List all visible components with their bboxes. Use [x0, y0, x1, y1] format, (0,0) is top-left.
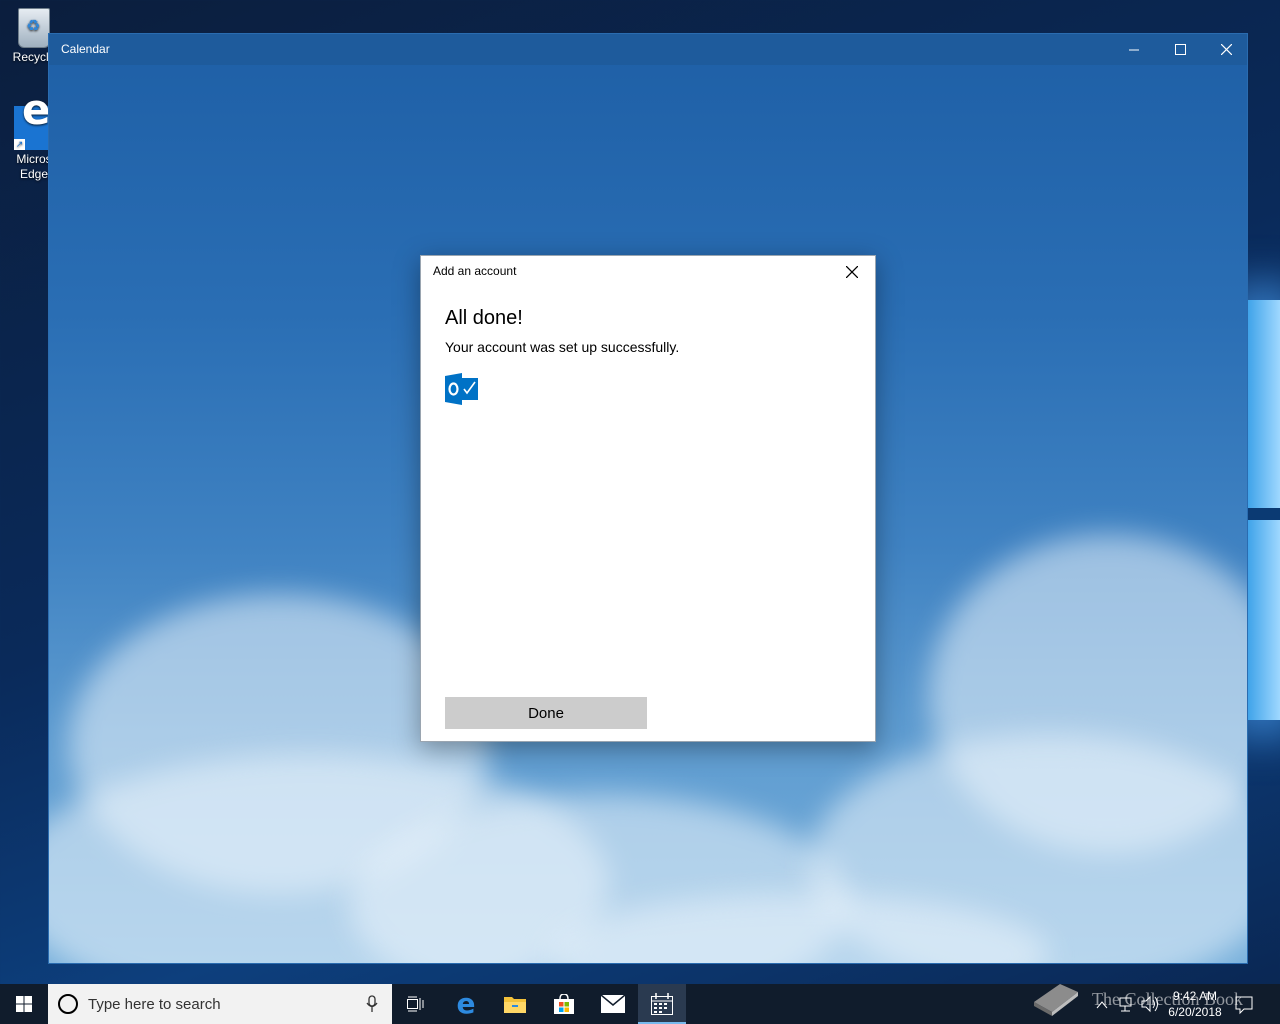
minimize-button[interactable]: [1111, 34, 1157, 65]
dialog-close-button[interactable]: [837, 260, 867, 284]
mail-icon: [601, 995, 625, 1013]
maximize-icon: [1174, 44, 1186, 55]
start-icon: [16, 996, 32, 1012]
microphone-icon[interactable]: [366, 995, 378, 1013]
window-title: Calendar: [61, 42, 110, 56]
close-button[interactable]: [1203, 34, 1247, 65]
task-view-icon: [407, 996, 424, 1012]
taskbar: Type here to search e: [0, 984, 1280, 1024]
calendar-icon: [651, 993, 673, 1015]
taskbar-calendar[interactable]: [638, 984, 686, 1024]
dialog-title: Add an account: [433, 264, 517, 278]
taskbar-file-explorer[interactable]: [491, 984, 539, 1024]
book-icon: [1034, 984, 1078, 1016]
maximize-button[interactable]: [1157, 34, 1203, 65]
taskbar-mail[interactable]: [589, 984, 637, 1024]
tray-book-icon: [1030, 984, 1080, 1024]
store-icon: [554, 994, 574, 1014]
edge-icon: e: [456, 987, 476, 1020]
clock-date: 6/20/2018: [1168, 1005, 1222, 1019]
file-explorer-icon: [504, 997, 526, 1013]
cortana-icon: [58, 994, 78, 1014]
shortcut-arrow-icon: ↗: [14, 139, 25, 150]
recycle-bin-icon: [18, 8, 50, 48]
taskbar-clock[interactable]: 9:42 AM 6/20/2018: [1160, 988, 1230, 1020]
window-titlebar[interactable]: Calendar: [49, 34, 1247, 65]
taskbar-store[interactable]: [540, 984, 588, 1024]
outlook-account-icon: [445, 373, 478, 405]
close-icon: [846, 266, 858, 278]
clock-time: 9:42 AM: [1172, 989, 1218, 1003]
done-button[interactable]: Done: [445, 697, 647, 729]
add-account-dialog: Add an account All done! Your account wa…: [420, 255, 876, 742]
search-placeholder: Type here to search: [88, 995, 221, 1013]
taskbar-edge[interactable]: e: [442, 984, 490, 1024]
task-view-button[interactable]: [392, 984, 440, 1024]
taskbar-search[interactable]: Type here to search: [48, 984, 392, 1024]
start-button[interactable]: [0, 984, 48, 1024]
dialog-message: Your account was set up successfully.: [445, 339, 680, 355]
close-icon: [1220, 44, 1232, 55]
dialog-heading: All done!: [445, 307, 523, 329]
minimize-icon: [1129, 49, 1139, 50]
desktop-windows-logo: [1246, 300, 1280, 720]
